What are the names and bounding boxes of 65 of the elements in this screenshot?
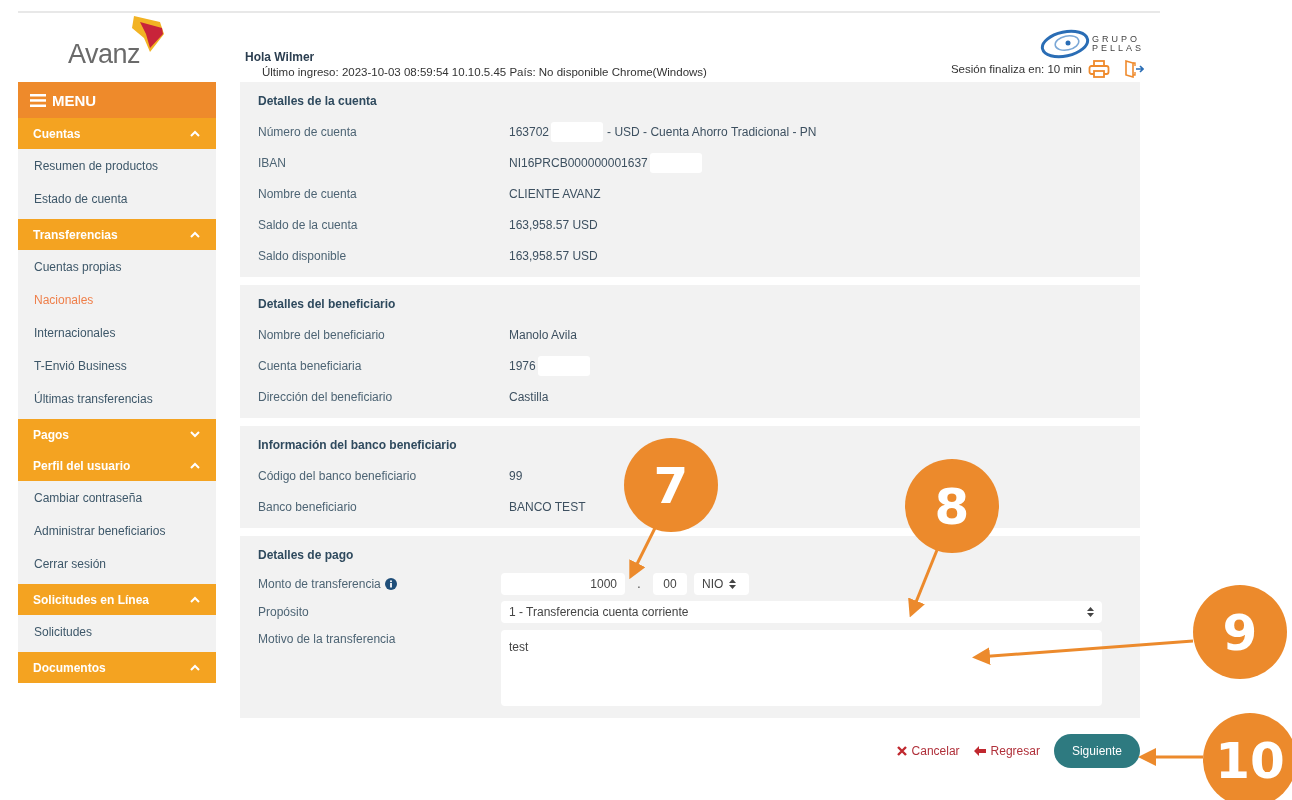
reason-textarea[interactable]: test	[501, 630, 1102, 706]
spinner-icon	[729, 579, 737, 589]
brand-logo-text: Avanz	[67, 41, 141, 68]
field-label: Saldo de la cuenta	[258, 217, 359, 232]
currency-select[interactable]: NIO	[694, 573, 749, 595]
info-icon[interactable]	[384, 578, 397, 590]
field-value: - USD - Cuenta Ahorro Tradicional - PN	[607, 124, 817, 139]
field-value: CLIENTE AVANZ	[509, 186, 601, 201]
field-label: Código del banco beneficiario	[258, 468, 418, 483]
chevron-icon	[190, 664, 200, 671]
field-value: NI16PRCB000000001637	[509, 155, 648, 170]
last-login-text: Último ingreso: 2023-10-03 08:59:54 10.10.5.45 País: No disponible Chrome(Windows)	[261, 66, 707, 78]
menu-icon	[30, 93, 46, 107]
purpose-select[interactable]: 1 - Transferencia cuenta corriente	[501, 601, 1102, 623]
greeting-text: Hola Wilmer	[244, 50, 316, 64]
field-value: Castilla	[509, 389, 549, 404]
field-label: Número de cuenta	[258, 124, 358, 139]
section-title: Detalles de la cuenta	[258, 93, 378, 110]
field-label: IBAN	[258, 155, 287, 170]
chevron-icon	[190, 130, 200, 137]
spinner-icon	[1087, 607, 1094, 617]
chevron-icon	[190, 231, 200, 238]
field-label: Banco beneficiario	[258, 499, 358, 514]
logout-icon[interactable]	[1124, 60, 1144, 78]
section-title: Detalles del beneficiario	[258, 296, 397, 313]
chevron-icon	[190, 431, 200, 438]
next-button[interactable]: Siguiente	[1053, 734, 1140, 768]
session-timer-text: Sesión finaliza en: 10 min	[950, 63, 1082, 75]
field-label: Cuenta beneficiaria	[258, 358, 363, 373]
cancel-button[interactable]: Cancelar	[896, 744, 960, 758]
chevron-icon	[190, 462, 200, 469]
section-title: Información del banco beneficiario	[258, 437, 458, 454]
step-number-badge: 10	[1203, 713, 1292, 800]
field-label: Monto de transferencia	[258, 577, 381, 591]
section-title: Detalles de pago	[258, 547, 355, 564]
swirl-logo-icon	[1039, 29, 1090, 59]
chevron-icon	[190, 596, 200, 603]
decimal-separator: .	[636, 577, 642, 591]
field-label: Nombre de cuenta	[258, 186, 358, 201]
step-number-badge: 7	[624, 438, 718, 532]
callout-arrow	[908, 549, 939, 618]
printer-icon[interactable]	[1088, 60, 1110, 78]
arrow-left-icon	[973, 746, 986, 756]
amount-field[interactable]: 1000	[501, 573, 625, 595]
field-value: Manolo Avila	[509, 327, 577, 342]
field-value: 1976	[509, 358, 536, 373]
close-icon	[896, 746, 907, 756]
step-number-badge: 8	[905, 459, 999, 553]
logo-text: GRUPO	[1091, 34, 1141, 44]
field-label: Propósito	[258, 605, 309, 619]
field-value: 99	[509, 468, 523, 483]
field-label: Saldo disponible	[258, 248, 348, 263]
cents-field[interactable]: 00	[653, 573, 687, 595]
field-value: 163,958.57 USD	[509, 217, 598, 232]
step-number-badge: 9	[1193, 585, 1287, 679]
field-label: Nombre del beneficiario	[258, 327, 386, 342]
field-value: BANCO TEST	[509, 499, 586, 514]
field-value: 163702	[509, 124, 550, 139]
callout-arrow	[1138, 748, 1203, 766]
field-label: Motivo de la transferencia	[258, 632, 396, 646]
back-button[interactable]: Regresar	[973, 744, 1040, 758]
logo-text: PELLAS	[1091, 44, 1144, 54]
callout-arrow	[629, 527, 657, 580]
field-label: Dirección del beneficiario	[258, 389, 394, 404]
field-value: 163,958.57 USD	[509, 248, 598, 263]
